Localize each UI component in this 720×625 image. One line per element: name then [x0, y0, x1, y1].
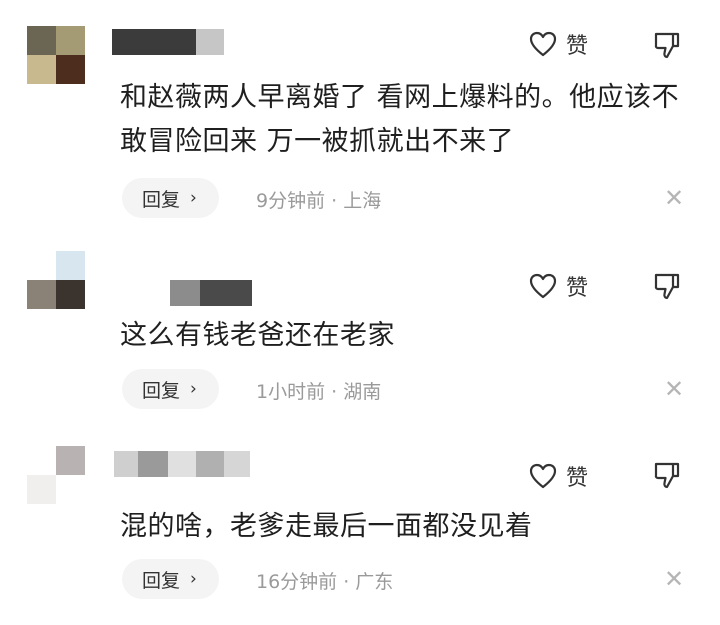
comment-meta: 9分钟前 · 上海 [256, 190, 382, 212]
reply-button[interactable]: 回复 › [122, 178, 219, 218]
chevron-right-icon: › [190, 569, 197, 589]
comment-text: 混的啥，老爹走最后一面都没见着 [120, 511, 533, 542]
like-button[interactable]: 赞 [528, 460, 588, 492]
like-button[interactable]: 赞 [528, 28, 588, 60]
like-label: 赞 [566, 466, 589, 491]
like-button[interactable]: 赞 [528, 270, 588, 302]
username-blurred[interactable] [170, 280, 252, 306]
reply-label: 回复 [142, 188, 181, 211]
reply-button[interactable]: 回复 › [122, 559, 219, 599]
like-label: 赞 [566, 276, 589, 301]
like-label: 赞 [566, 34, 589, 59]
close-icon[interactable]: ✕ [664, 375, 684, 403]
heart-icon [529, 273, 557, 299]
thumbs-down-icon [654, 273, 680, 300]
thumbs-down-icon [654, 32, 680, 59]
dislike-button[interactable] [652, 30, 682, 64]
thumbs-down-icon [654, 462, 680, 489]
comment-meta: 1小时前 · 湖南 [256, 381, 382, 403]
close-icon[interactable]: ✕ [664, 184, 684, 212]
heart-icon [529, 31, 557, 57]
avatar[interactable] [27, 26, 85, 84]
username-blurred[interactable] [112, 29, 224, 55]
reply-label: 回复 [142, 379, 181, 402]
comment-meta: 16分钟前 · 广东 [256, 571, 394, 593]
chevron-right-icon: › [190, 188, 197, 208]
heart-icon [529, 463, 557, 489]
dislike-button[interactable] [652, 460, 682, 494]
reply-label: 回复 [142, 569, 181, 592]
close-icon[interactable]: ✕ [664, 565, 684, 593]
dislike-button[interactable] [652, 271, 682, 305]
comment-text: 和赵薇两人早离婚了 看网上爆料的。他应该不敢冒险回来 万一被抓就出不来了 [120, 82, 680, 157]
reply-button[interactable]: 回复 › [122, 369, 219, 409]
chevron-right-icon: › [190, 379, 197, 399]
avatar[interactable] [27, 446, 85, 504]
avatar[interactable] [27, 251, 85, 309]
comment-text: 这么有钱老爸还在老家 [120, 320, 395, 351]
username-blurred[interactable] [114, 451, 250, 477]
